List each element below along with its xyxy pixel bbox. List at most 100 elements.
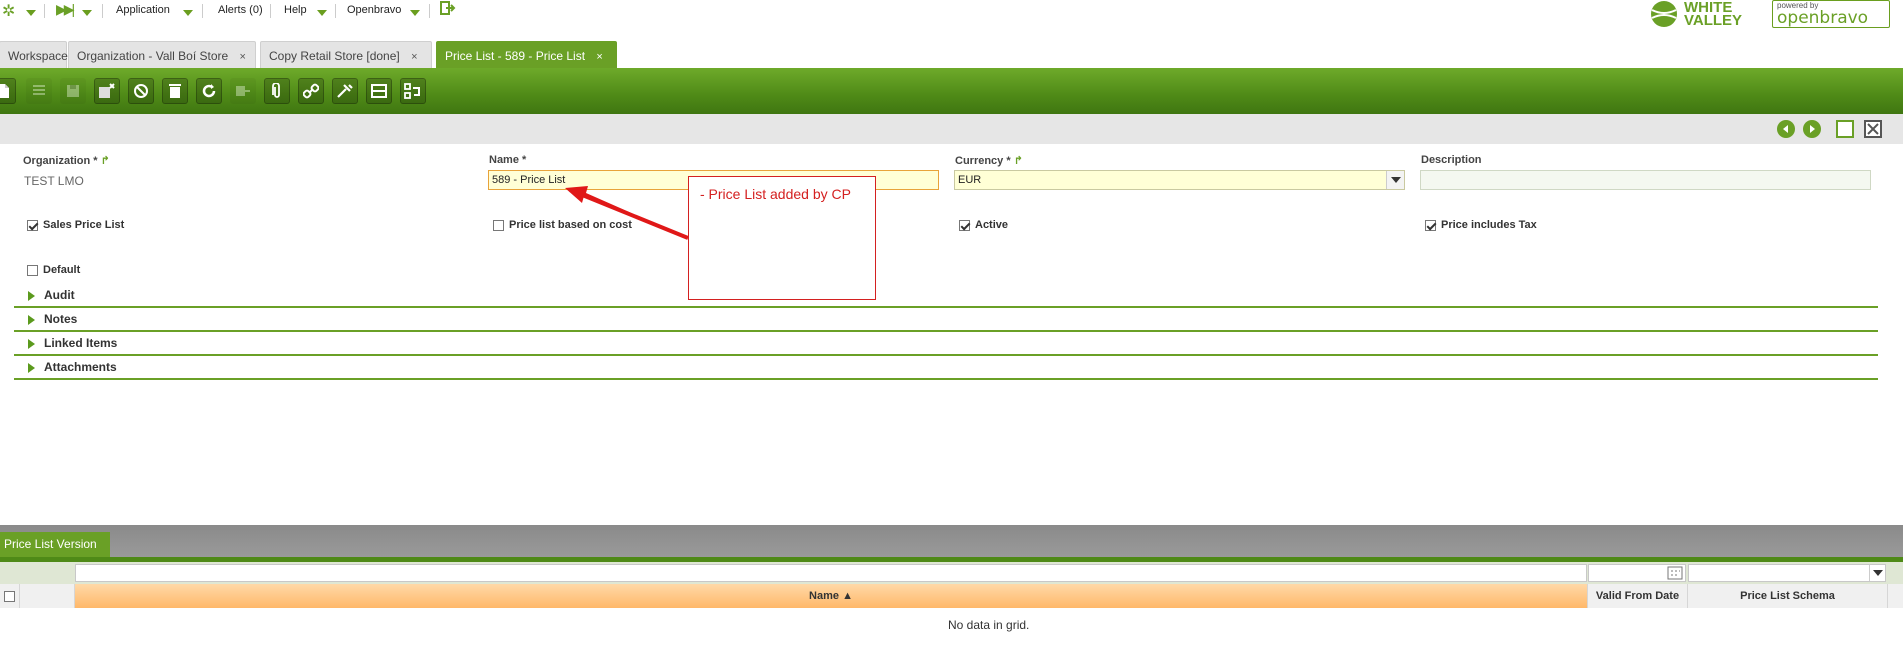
new-record-button[interactable]	[0, 78, 16, 104]
expand-arrow-icon	[28, 339, 35, 349]
menu-user[interactable]: Openbravo	[347, 4, 401, 16]
cancel-icon	[134, 84, 148, 98]
close-icon[interactable]: ×	[411, 51, 417, 63]
section-linked-items[interactable]: Linked Items	[14, 332, 1878, 356]
menu-divider	[429, 4, 430, 18]
currency-select[interactable]: EUR	[954, 170, 1405, 190]
schema-filter-select[interactable]	[1688, 564, 1886, 582]
link-button[interactable]	[298, 78, 324, 104]
refresh-icon	[202, 84, 216, 98]
section-notes[interactable]: Notes	[14, 308, 1878, 332]
name-filter-input[interactable]	[75, 564, 1587, 582]
price-includes-tax-label: Price includes Tax	[1441, 219, 1537, 231]
link-icon	[303, 83, 319, 99]
arrow-right-icon	[1810, 125, 1815, 133]
arrow-left-icon	[1783, 125, 1788, 133]
tab-workspace[interactable]: Workspace	[0, 41, 68, 68]
tree-icon	[404, 83, 420, 99]
star-icon[interactable]: ✲	[2, 1, 15, 21]
currency-label: Currency * ↱	[955, 154, 1023, 167]
description-input[interactable]	[1420, 170, 1871, 190]
maximize-button[interactable]	[1836, 120, 1854, 138]
white-valley-line2: VALLEY	[1684, 12, 1743, 29]
application-dropdown-icon[interactable]	[183, 7, 193, 19]
export-button[interactable]	[230, 78, 256, 104]
logout-icon[interactable]	[440, 1, 456, 18]
menu-divider	[44, 4, 45, 18]
openbravo-logo: powered by openbravo	[1772, 0, 1890, 28]
fast-forward-dropdown-icon[interactable]	[82, 7, 92, 19]
window-tabs: Workspace Organization - Vall Boí Store …	[0, 40, 1903, 68]
delete-button[interactable]	[162, 78, 188, 104]
checkbox-icon	[4, 590, 15, 602]
currency-select-value: EUR	[958, 174, 982, 186]
organization-label: Organization * ↱	[23, 154, 110, 167]
close-icon[interactable]: ×	[240, 51, 246, 63]
form-view-button[interactable]	[366, 78, 392, 104]
tab-price-list-version[interactable]: Price List Version	[0, 532, 110, 557]
close-icon	[1867, 123, 1879, 135]
valid-from-column-header[interactable]: Valid From Date	[1588, 584, 1688, 608]
tree-view-button[interactable]	[400, 78, 426, 104]
process-button[interactable]	[332, 78, 358, 104]
organization-value: TEST LMO	[24, 174, 84, 188]
schema-column-header[interactable]: Price List Schema	[1688, 584, 1888, 608]
link-arrow-icon[interactable]: ↱	[101, 155, 110, 167]
menu-application[interactable]: Application	[116, 4, 170, 16]
save-icon	[67, 85, 79, 97]
empty-message: No data in grid.	[948, 618, 1030, 632]
calendar-icon[interactable]	[1667, 566, 1683, 580]
link-arrow-icon[interactable]: ↱	[1014, 155, 1023, 167]
checkbox-icon	[27, 264, 38, 276]
checkbox-icon	[27, 219, 38, 231]
save-button[interactable]	[60, 78, 86, 104]
menu-alerts[interactable]: Alerts (0)	[218, 4, 263, 16]
save-close-icon	[99, 83, 115, 98]
section-label: Audit	[44, 288, 75, 302]
annotation-callout: - Price List added by CP	[688, 176, 876, 300]
user-dropdown-icon[interactable]	[410, 7, 420, 19]
name-label: Name *	[489, 154, 527, 166]
trash-icon	[169, 84, 181, 98]
fast-forward-icon[interactable]: ▶▶|	[56, 1, 75, 18]
price-list-based-on-cost-checkbox[interactable]: Price list based on cost	[493, 219, 632, 231]
section-label: Linked Items	[44, 336, 118, 350]
toolbar	[0, 68, 1903, 114]
default-checkbox[interactable]: Default	[27, 264, 80, 276]
chevron-down-icon[interactable]	[1386, 171, 1404, 189]
previous-record-button[interactable]	[1777, 120, 1795, 138]
chevron-down-icon[interactable]	[1869, 565, 1885, 581]
undo-button[interactable]	[128, 78, 154, 104]
section-audit[interactable]: Audit	[14, 284, 1878, 308]
row-marker-header	[20, 584, 75, 608]
export-icon	[236, 86, 250, 96]
save-close-button[interactable]	[94, 78, 120, 104]
close-icon[interactable]: ×	[596, 51, 602, 63]
tab-organization[interactable]: Organization - Vall Boí Store ×	[68, 41, 256, 68]
organization-label-text: Organization *	[23, 155, 98, 167]
tab-price-list[interactable]: Price List - 589 - Price List ×	[436, 41, 617, 68]
form-view-icon	[371, 84, 387, 98]
help-dropdown-icon[interactable]	[317, 7, 327, 19]
sales-price-list-label: Sales Price List	[43, 219, 125, 231]
valid-from-filter-input[interactable]	[1588, 564, 1686, 582]
grid-view-button[interactable]	[26, 78, 52, 104]
select-all-cell[interactable]	[0, 584, 20, 608]
close-form-button[interactable]	[1864, 120, 1882, 138]
list-icon	[33, 85, 45, 95]
next-record-button[interactable]	[1803, 120, 1821, 138]
attachment-button[interactable]	[264, 78, 290, 104]
grid-filter-row	[0, 562, 1903, 584]
subtab-bar	[0, 525, 1903, 557]
menu-help[interactable]: Help	[284, 4, 307, 16]
name-column-header[interactable]: Name ▲	[75, 584, 1588, 608]
price-includes-tax-checkbox[interactable]: Price includes Tax	[1425, 219, 1537, 231]
refresh-button[interactable]	[196, 78, 222, 104]
tab-copy-retail-store[interactable]: Copy Retail Store [done] ×	[260, 41, 432, 68]
active-checkbox[interactable]: Active	[959, 219, 1008, 231]
section-attachments[interactable]: Attachments	[14, 356, 1878, 380]
new-document-icon	[0, 84, 9, 98]
sales-price-list-checkbox[interactable]: Sales Price List	[27, 219, 124, 231]
star-dropdown-icon[interactable]	[26, 7, 36, 19]
paperclip-icon	[272, 83, 280, 98]
